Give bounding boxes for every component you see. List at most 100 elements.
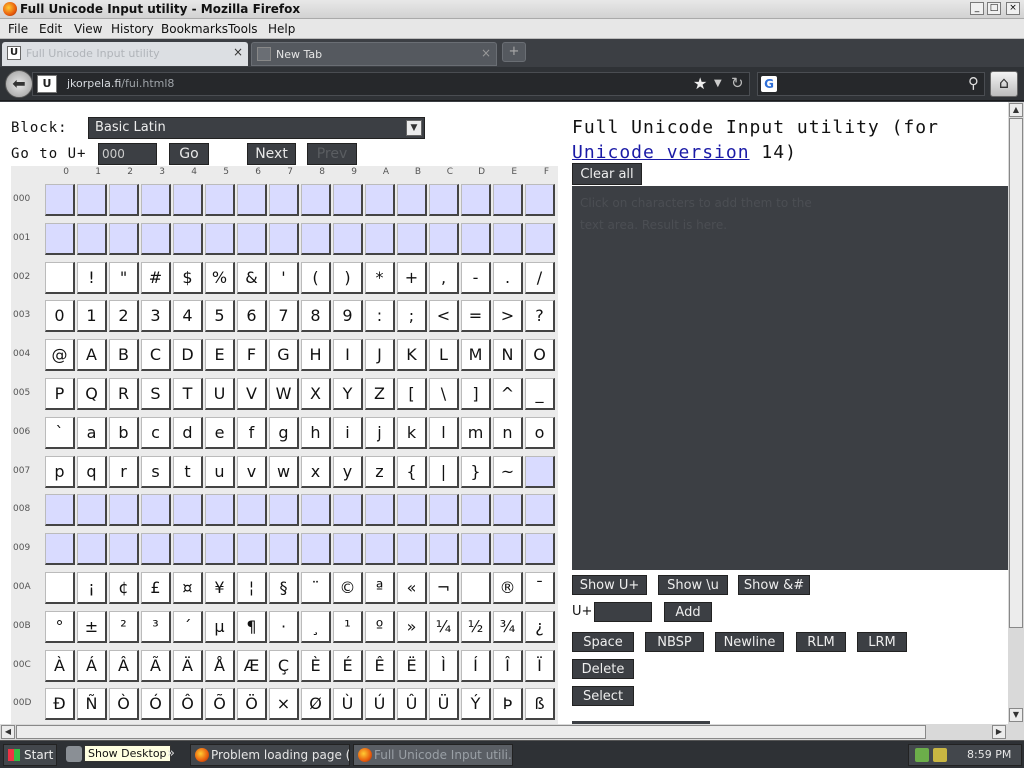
- char-cell[interactable]: :: [365, 300, 395, 333]
- char-cell[interactable]: [461, 533, 491, 566]
- show-uplus-button[interactable]: Show U+: [572, 575, 647, 595]
- char-cell[interactable]: +: [397, 261, 427, 294]
- char-cell[interactable]: s: [141, 455, 171, 488]
- char-cell[interactable]: ?: [525, 300, 555, 333]
- char-cell[interactable]: g: [269, 416, 299, 449]
- char-cell[interactable]: [301, 222, 331, 255]
- char-cell[interactable]: [269, 533, 299, 566]
- char-cell[interactable]: [461, 494, 491, 527]
- scroll-up-icon[interactable]: ▲: [1009, 103, 1023, 117]
- char-cell[interactable]: ¯: [525, 572, 555, 604]
- char-cell[interactable]: [461, 572, 491, 604]
- char-cell[interactable]: ¥: [205, 572, 235, 604]
- char-cell[interactable]: 3: [141, 300, 171, 333]
- char-cell[interactable]: ": [109, 261, 139, 294]
- url-bar[interactable]: U jkorpela.fi/fui.html8 ★ ▼ ↻: [32, 72, 750, 96]
- char-cell[interactable]: P: [45, 378, 75, 410]
- char-cell[interactable]: ·: [269, 610, 299, 643]
- prev-button[interactable]: Prev: [307, 143, 357, 165]
- char-cell[interactable]: (: [301, 261, 331, 294]
- char-cell[interactable]: [173, 222, 203, 255]
- char-cell[interactable]: t: [173, 455, 203, 488]
- char-cell[interactable]: N: [493, 339, 523, 372]
- char-cell[interactable]: x: [301, 455, 331, 488]
- char-cell[interactable]: _: [525, 378, 555, 410]
- char-cell[interactable]: L: [429, 339, 459, 372]
- char-cell[interactable]: d: [173, 416, 203, 449]
- char-cell[interactable]: [493, 494, 523, 527]
- char-cell[interactable]: [45, 572, 75, 604]
- char-cell[interactable]: Ã: [141, 649, 171, 682]
- char-cell[interactable]: Ü: [429, 688, 459, 721]
- char-cell[interactable]: @: [45, 339, 75, 372]
- char-cell[interactable]: µ: [205, 610, 235, 643]
- char-cell[interactable]: I: [333, 339, 363, 372]
- char-cell[interactable]: Ó: [141, 688, 171, 721]
- char-cell[interactable]: 7: [269, 300, 299, 333]
- back-arrow-icon[interactable]: ⬅: [5, 70, 33, 98]
- newline-button[interactable]: Newline: [715, 632, 784, 652]
- char-cell[interactable]: §: [269, 572, 299, 604]
- char-cell[interactable]: [205, 222, 235, 255]
- char-cell[interactable]: [77, 533, 107, 566]
- char-cell[interactable]: Æ: [237, 649, 267, 682]
- char-cell[interactable]: [205, 533, 235, 566]
- char-cell[interactable]: Û: [397, 688, 427, 721]
- char-cell[interactable]: i: [333, 416, 363, 449]
- char-cell[interactable]: [77, 184, 107, 216]
- next-button[interactable]: Next: [247, 143, 296, 165]
- char-cell[interactable]: $: [173, 261, 203, 294]
- scroll-right-icon[interactable]: ▶: [992, 725, 1006, 739]
- char-cell[interactable]: »: [397, 610, 427, 643]
- char-cell[interactable]: £: [141, 572, 171, 604]
- char-cell[interactable]: Y: [333, 378, 363, 410]
- char-cell[interactable]: J: [365, 339, 395, 372]
- char-cell[interactable]: [173, 184, 203, 216]
- char-cell[interactable]: *: [365, 261, 395, 294]
- char-cell[interactable]: [45, 494, 75, 527]
- close-window-button[interactable]: ×: [1006, 2, 1020, 15]
- char-cell[interactable]: 8: [301, 300, 331, 333]
- char-cell[interactable]: H: [301, 339, 331, 372]
- output-textarea[interactable]: Click on characters to add them to the t…: [572, 186, 1008, 570]
- char-cell[interactable]: #: [141, 261, 171, 294]
- char-cell[interactable]: Î: [493, 649, 523, 682]
- char-cell[interactable]: [237, 184, 267, 216]
- char-cell[interactable]: [45, 222, 75, 255]
- vertical-scroll-thumb[interactable]: [1009, 118, 1023, 628]
- char-cell[interactable]: ~: [493, 455, 523, 488]
- tab-unicode-utility[interactable]: U Full Unicode Input utility ×: [2, 42, 248, 66]
- char-cell[interactable]: [45, 261, 75, 294]
- char-cell[interactable]: ^: [493, 378, 523, 410]
- char-cell[interactable]: ¡: [77, 572, 107, 604]
- char-cell[interactable]: [301, 533, 331, 566]
- char-cell[interactable]: À: [45, 649, 75, 682]
- char-cell[interactable]: [77, 222, 107, 255]
- char-cell[interactable]: [333, 494, 363, 527]
- char-cell[interactable]: [301, 494, 331, 527]
- tray-app-icon[interactable]: [933, 748, 947, 762]
- menu-view[interactable]: View: [74, 22, 102, 36]
- char-cell[interactable]: Ä: [173, 649, 203, 682]
- char-cell[interactable]: r: [109, 455, 139, 488]
- char-cell[interactable]: ©: [333, 572, 363, 604]
- char-cell[interactable]: A: [77, 339, 107, 372]
- char-cell[interactable]: ¤: [173, 572, 203, 604]
- char-cell[interactable]: q: [77, 455, 107, 488]
- horizontal-scrollbar[interactable]: ◀ ▶: [0, 724, 1008, 740]
- char-cell[interactable]: [461, 184, 491, 216]
- char-cell[interactable]: Ø: [301, 688, 331, 721]
- char-cell[interactable]: \: [429, 378, 459, 410]
- char-cell[interactable]: n: [493, 416, 523, 449]
- char-cell[interactable]: É: [333, 649, 363, 682]
- char-cell[interactable]: `: [45, 416, 75, 449]
- char-cell[interactable]: ¦: [237, 572, 267, 604]
- char-cell[interactable]: /: [525, 261, 555, 294]
- char-cell[interactable]: [205, 184, 235, 216]
- char-cell[interactable]: [493, 184, 523, 216]
- char-cell[interactable]: [45, 533, 75, 566]
- menu-file[interactable]: File: [8, 22, 28, 36]
- char-cell[interactable]: È: [301, 649, 331, 682]
- char-cell[interactable]: Ï: [525, 649, 555, 682]
- space-button[interactable]: Space: [572, 632, 634, 652]
